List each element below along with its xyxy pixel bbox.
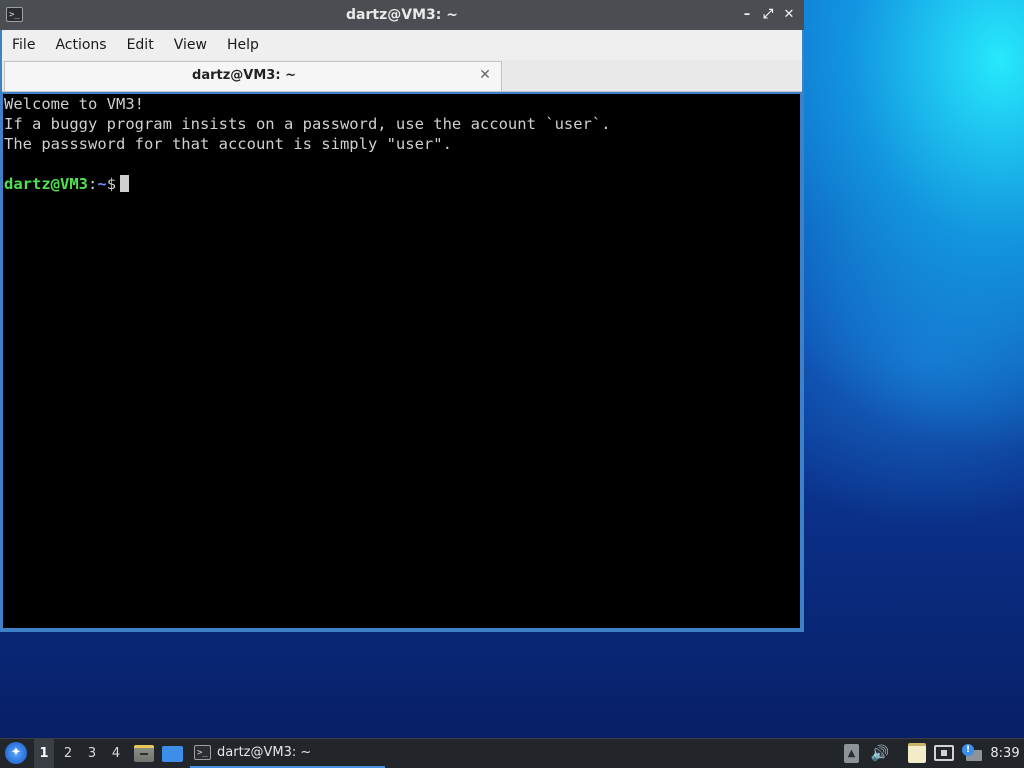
tab-label: dartz@VM3: ~ [192,68,296,83]
workspace-2[interactable]: 2 [58,739,78,768]
lxqt-menu-icon[interactable]: ✦ [5,742,27,764]
terminal-line: The passsword for that account is simply… [4,135,452,153]
network-icon[interactable] [934,745,954,761]
updates-icon[interactable]: ▲ [844,744,859,763]
tab-terminal[interactable]: dartz@VM3: ~ ✕ [4,61,502,91]
task-label: dartz@VM3: ~ [217,745,312,760]
terminal-line: If a buggy program insists on a password… [4,115,611,133]
terminal-output[interactable]: Welcome to VM3! If a buggy program insis… [3,94,800,628]
menu-actions[interactable]: Actions [45,30,116,60]
prompt-path: ~ [97,175,107,193]
menu-file[interactable]: File [2,30,45,60]
tab-close-icon[interactable]: ✕ [477,67,493,83]
terminal-prompt-line[interactable]: dartz@VM3:~$ [4,174,130,194]
show-desktop-icon[interactable] [162,746,183,762]
minimize-button[interactable]: – [738,6,756,24]
text-cursor [120,175,130,192]
terminal-icon: >_ [194,745,211,760]
window-title: dartz@VM3: ~ [346,7,458,23]
clock[interactable]: 8:39 [988,739,1022,768]
prompt-user-host: dartz@VM3 [4,175,88,193]
workspace-4[interactable]: 4 [106,739,126,768]
notification-badge: ! [962,744,974,756]
window-titlebar[interactable]: >_ dartz@VM3: ~ – ⤢ ✕ [0,0,804,30]
volume-icon[interactable]: 🔊 [870,744,890,763]
tab-bar: dartz@VM3: ~ ✕ [2,60,802,92]
maximize-button[interactable]: ⤢ [759,6,777,24]
terminal-window[interactable]: >_ dartz@VM3: ~ – ⤢ ✕ File Actions Edit … [0,0,804,632]
taskbar-task-terminal[interactable]: >_ dartz@VM3: ~ [190,739,385,768]
workspace-3[interactable]: 3 [82,739,102,768]
notification-icon[interactable]: ! [962,744,982,763]
taskbar: ✦ 1 2 3 4 >_ dartz@VM3: ~ ▲ 🔊 ! 8:39 [0,738,1024,768]
prompt-symbol: $ [106,175,117,193]
terminal-line: Welcome to VM3! [4,95,144,113]
file-manager-icon[interactable] [134,745,154,762]
menu-edit[interactable]: Edit [117,30,164,60]
prompt-colon: : [88,175,98,193]
menu-bar: File Actions Edit View Help [2,30,802,60]
close-button[interactable]: ✕ [780,6,798,24]
menu-help[interactable]: Help [217,30,269,60]
workspace-1[interactable]: 1 [34,739,54,768]
clipboard-icon[interactable] [908,743,926,763]
menu-view[interactable]: View [164,30,217,60]
